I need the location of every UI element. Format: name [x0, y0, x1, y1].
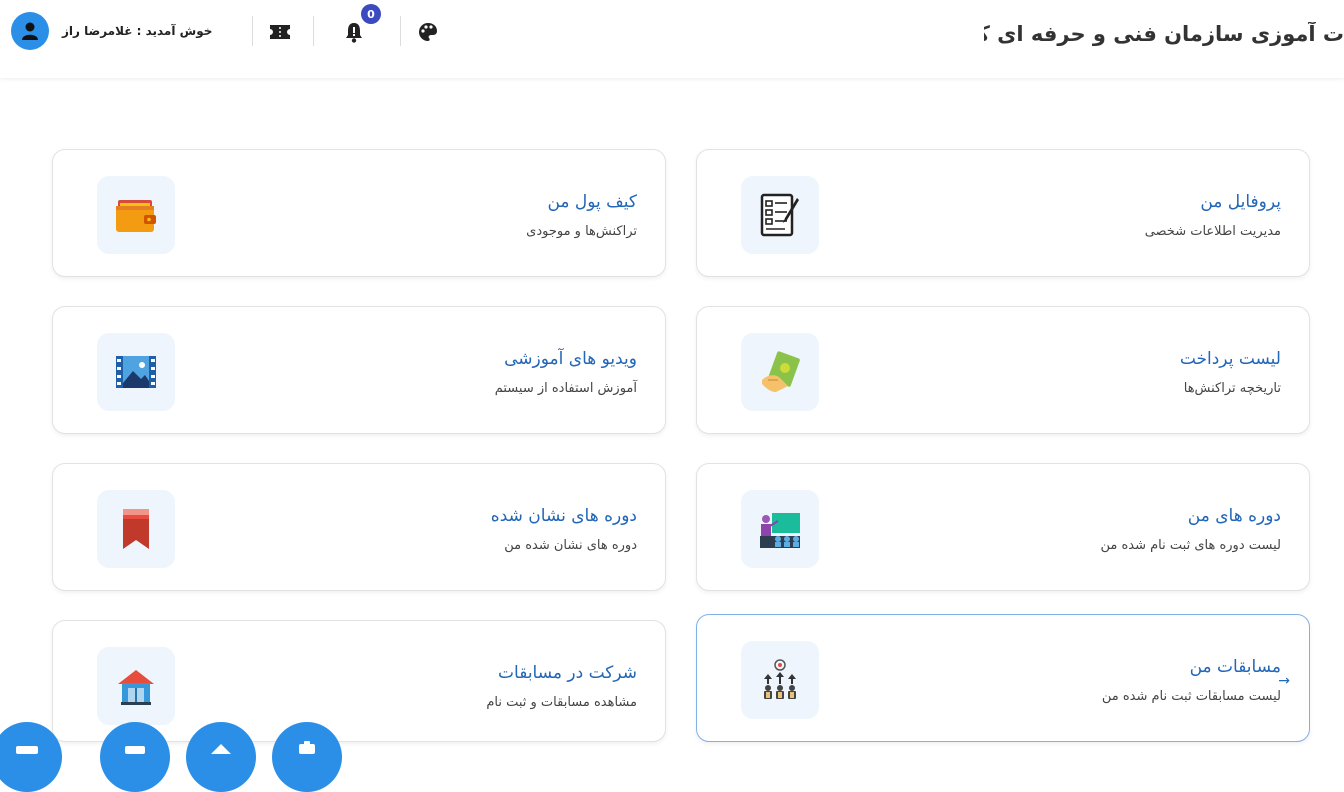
card-subtitle: دوره های نشان شده من — [504, 538, 637, 553]
user-avatar[interactable] — [11, 12, 49, 50]
bookmark-icon — [97, 490, 175, 568]
arrow-right-icon: → — [1278, 673, 1290, 689]
home-icon — [211, 744, 231, 754]
site-title: ت آموزی سازمان فنی و حرفه ای کشور — [984, 22, 1344, 46]
card-title: مسابقات من — [1189, 657, 1281, 677]
fab-button-4[interactable] — [272, 722, 342, 792]
profile-form-icon — [741, 176, 819, 254]
notification-badge: 0 — [361, 4, 381, 24]
ticket-icon[interactable] — [268, 20, 292, 44]
card-title: دوره های نشان شده — [490, 506, 637, 526]
card-title: ویدیو های آموزشی — [504, 349, 637, 369]
card-my-competitions[interactable]: مسابقات من لیست مسابقات ثبت نام شده من → — [696, 614, 1310, 742]
payment-hand-icon — [741, 333, 819, 411]
card-icon — [16, 746, 38, 754]
card-title: دوره های من — [1187, 506, 1281, 526]
card-subtitle: مشاهده مسابقات و ثبت نام — [486, 695, 637, 710]
card-payment-list[interactable]: لیست پرداخت تاریخچه تراکنش‌ها — [696, 306, 1310, 434]
fab-button-1[interactable] — [0, 722, 62, 792]
video-icon — [97, 333, 175, 411]
palette-icon[interactable] — [416, 20, 440, 44]
card-wallet[interactable]: کیف پول من تراکنش‌ها و موجودی — [52, 149, 666, 277]
fab-button-2[interactable] — [100, 722, 170, 792]
card-my-courses[interactable]: دوره های من لیست دوره های ثبت نام شده من — [696, 463, 1310, 591]
card-subtitle: تراکنش‌ها و موجودی — [526, 224, 637, 239]
welcome-text: خوش آمدید : غلامرضا راز — [62, 24, 213, 38]
divider — [400, 16, 401, 46]
card-subtitle: لیست دوره های ثبت نام شده من — [1100, 538, 1281, 553]
card-profile[interactable]: پروفایل من مدیریت اطلاعات شخصی — [696, 149, 1310, 277]
window-icon — [125, 746, 145, 754]
divider — [252, 16, 253, 46]
card-title: پروفایل من — [1200, 192, 1281, 212]
card-tutorial-videos[interactable]: ویدیو های آموزشی آموزش استفاده از سیستم — [52, 306, 666, 434]
school-house-icon — [97, 647, 175, 725]
wallet-icon — [97, 176, 175, 254]
clipboard-icon — [299, 741, 315, 754]
card-title: کیف پول من — [547, 192, 637, 212]
divider — [313, 16, 314, 46]
card-subtitle: لیست مسابقات ثبت نام شده من — [1101, 689, 1281, 704]
classroom-icon — [741, 490, 819, 568]
card-subtitle: آموزش استفاده از سیستم — [494, 381, 637, 396]
top-header: ت آموزی سازمان فنی و حرفه ای کشور خوش آم… — [0, 0, 1344, 78]
card-subtitle: تاریخچه تراکنش‌ها — [1183, 381, 1281, 396]
card-title: لیست پرداخت — [1179, 349, 1281, 369]
user-icon — [22, 22, 38, 40]
fab-button-3[interactable] — [186, 722, 256, 792]
card-bookmarked-courses[interactable]: دوره های نشان شده دوره های نشان شده من — [52, 463, 666, 591]
card-subtitle: مدیریت اطلاعات شخصی — [1144, 224, 1281, 239]
bell-icon[interactable] — [342, 20, 366, 44]
competition-icon — [741, 641, 819, 719]
card-title: شرکت در مسابقات — [498, 663, 637, 683]
